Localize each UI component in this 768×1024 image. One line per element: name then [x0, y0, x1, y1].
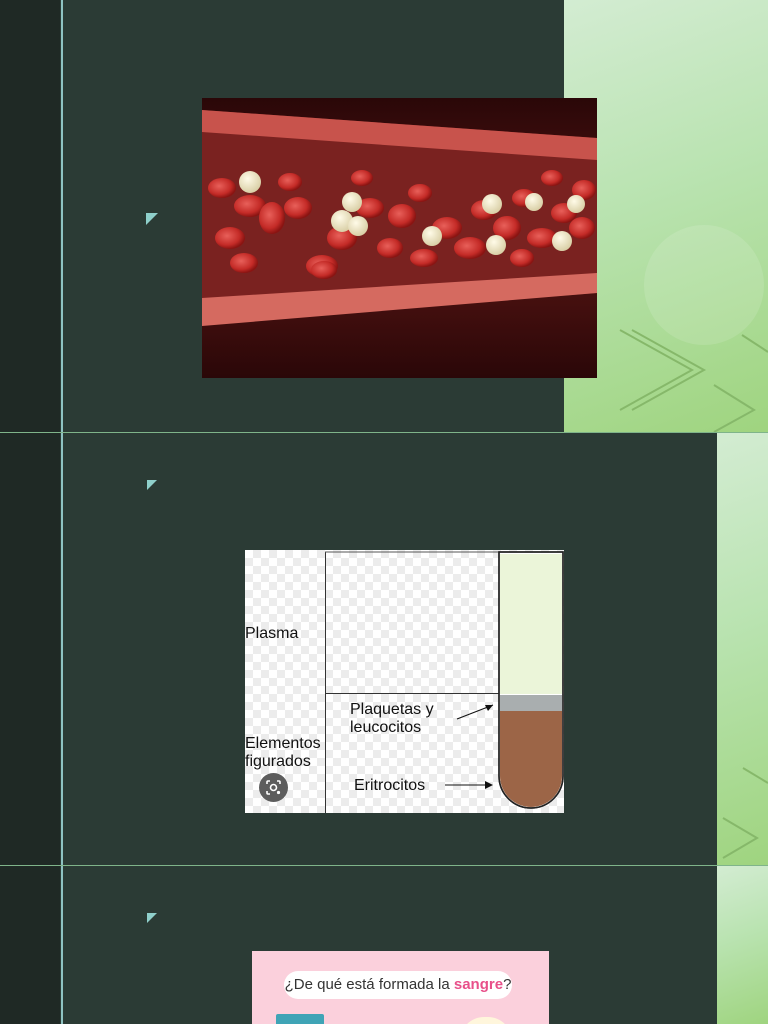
infographic-title-text: ¿De qué está formada la [284, 976, 454, 993]
slide-accent-line [61, 433, 63, 865]
blood-cell-icon [460, 1017, 512, 1024]
blood-infographic: ¿De qué está formada la sangre? [252, 951, 549, 1024]
bullet-icon [146, 213, 158, 225]
test-tube-icon [276, 1014, 324, 1024]
platelets-label-line1: Plaquetas y [350, 701, 434, 718]
slide-green-decoration [717, 433, 768, 865]
blood-vessel-photo [202, 98, 597, 378]
slide-green-decoration [717, 866, 768, 1024]
plasma-label: Plasma [245, 625, 299, 642]
slide-1 [0, 0, 768, 432]
diagram-lines [325, 551, 564, 813]
infographic-title-accent: sangre [453, 976, 504, 993]
bullet-icon [147, 480, 157, 490]
slide-left-band [0, 433, 60, 865]
bullet-icon [147, 913, 157, 923]
blood-vessel-illustration [202, 98, 597, 378]
slide-left-band [0, 866, 60, 1024]
slide-left-band [0, 0, 60, 432]
erythrocytes-label: Eritrocitos [354, 777, 426, 794]
chevron-pattern-icon [722, 767, 768, 859]
platelets-label-line2: leucocitos [350, 719, 422, 736]
slide-2: Plasma Plaquetas y leucocitos Elementos … [0, 433, 768, 865]
slide-accent-line [61, 866, 63, 1024]
formed-elements-label-line1: Elementos [245, 735, 321, 752]
visual-search-icon[interactable] [259, 773, 288, 802]
infographic-title: ¿De qué está formada la sangre? [284, 971, 512, 999]
blood-composition-diagram: Plasma Plaquetas y leucocitos Elementos … [245, 550, 564, 813]
slide-3: ¿De qué está formada la sangre? [0, 866, 768, 1024]
infographic-title-end: ? [503, 976, 512, 993]
slide-accent-line [61, 0, 63, 432]
camera-search-icon [266, 780, 281, 795]
formed-elements-label-line2: figurados [245, 753, 311, 770]
